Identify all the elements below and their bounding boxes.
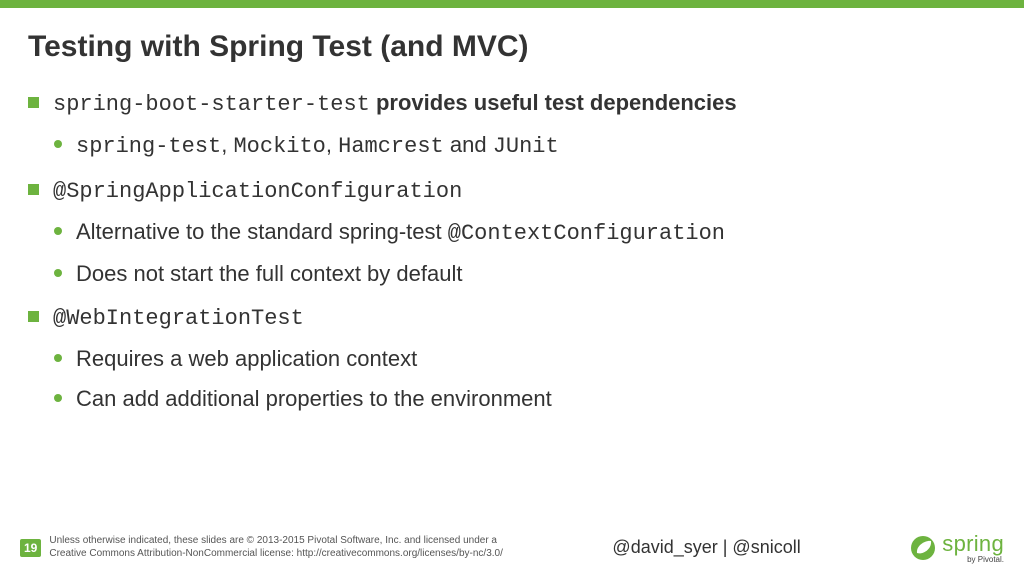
main-bullet-row: @SpringApplicationConfiguration bbox=[28, 175, 996, 207]
square-bullet-icon bbox=[28, 184, 39, 195]
sub-bullet-text: Can add additional properties to the env… bbox=[76, 384, 552, 414]
page-title: Testing with Spring Test (and MVC) bbox=[28, 30, 996, 64]
bullet-list: spring-boot-starter-test provides useful… bbox=[28, 88, 996, 414]
leaf-icon bbox=[910, 535, 936, 561]
sub-list-item: spring-test, Mockito, Hamcrest and JUnit bbox=[54, 130, 996, 162]
list-item: @SpringApplicationConfiguration Alternati… bbox=[28, 175, 996, 288]
round-bullet-icon bbox=[54, 140, 62, 148]
round-bullet-icon bbox=[54, 227, 62, 235]
sub-list: Alternative to the standard spring-test … bbox=[54, 217, 996, 288]
footer-left: 19 Unless otherwise indicated, these sli… bbox=[20, 535, 503, 560]
sub-bullet-text: Alternative to the standard spring-test … bbox=[76, 217, 725, 249]
main-bullet-row: spring-boot-starter-test provides useful… bbox=[28, 88, 996, 120]
main-bullet-text: @WebIntegrationTest bbox=[53, 302, 304, 334]
list-item: spring-boot-starter-test provides useful… bbox=[28, 88, 996, 161]
main-bullet-row: @WebIntegrationTest bbox=[28, 302, 996, 334]
footer: 19 Unless otherwise indicated, these sli… bbox=[0, 531, 1024, 564]
sub-list: spring-test, Mockito, Hamcrest and JUnit bbox=[54, 130, 996, 162]
round-bullet-icon bbox=[54, 269, 62, 277]
sub-bullet-text: Requires a web application context bbox=[76, 344, 417, 374]
logo-text: spring bbox=[942, 531, 1004, 557]
license-line-2: Creative Commons Attribution-NonCommerci… bbox=[49, 548, 503, 561]
sub-list-item: Can add additional properties to the env… bbox=[54, 384, 996, 414]
slide-content: Testing with Spring Test (and MVC) sprin… bbox=[0, 8, 1024, 414]
license-line-1: Unless otherwise indicated, these slides… bbox=[49, 535, 503, 548]
sub-list-item: Requires a web application context bbox=[54, 344, 996, 374]
spring-logo: spring by Pivotal. bbox=[910, 531, 1004, 564]
twitter-handles: @david_syer | @snicoll bbox=[612, 537, 800, 558]
page-number: 19 bbox=[20, 539, 41, 557]
list-item: @WebIntegrationTest Requires a web applic… bbox=[28, 302, 996, 413]
top-accent-bar bbox=[0, 0, 1024, 8]
sub-bullet-text: Does not start the full context by defau… bbox=[76, 259, 462, 289]
main-bullet-text: @SpringApplicationConfiguration bbox=[53, 175, 462, 207]
sub-bullet-text: spring-test, Mockito, Hamcrest and JUnit bbox=[76, 130, 559, 162]
round-bullet-icon bbox=[54, 354, 62, 362]
sub-list-item: Does not start the full context by defau… bbox=[54, 259, 996, 289]
license-text: Unless otherwise indicated, these slides… bbox=[49, 535, 503, 560]
round-bullet-icon bbox=[54, 394, 62, 402]
sub-list: Requires a web application context Can ad… bbox=[54, 344, 996, 413]
main-bullet-text: spring-boot-starter-test provides useful… bbox=[53, 88, 737, 120]
square-bullet-icon bbox=[28, 97, 39, 108]
sub-list-item: Alternative to the standard spring-test … bbox=[54, 217, 996, 249]
square-bullet-icon bbox=[28, 311, 39, 322]
